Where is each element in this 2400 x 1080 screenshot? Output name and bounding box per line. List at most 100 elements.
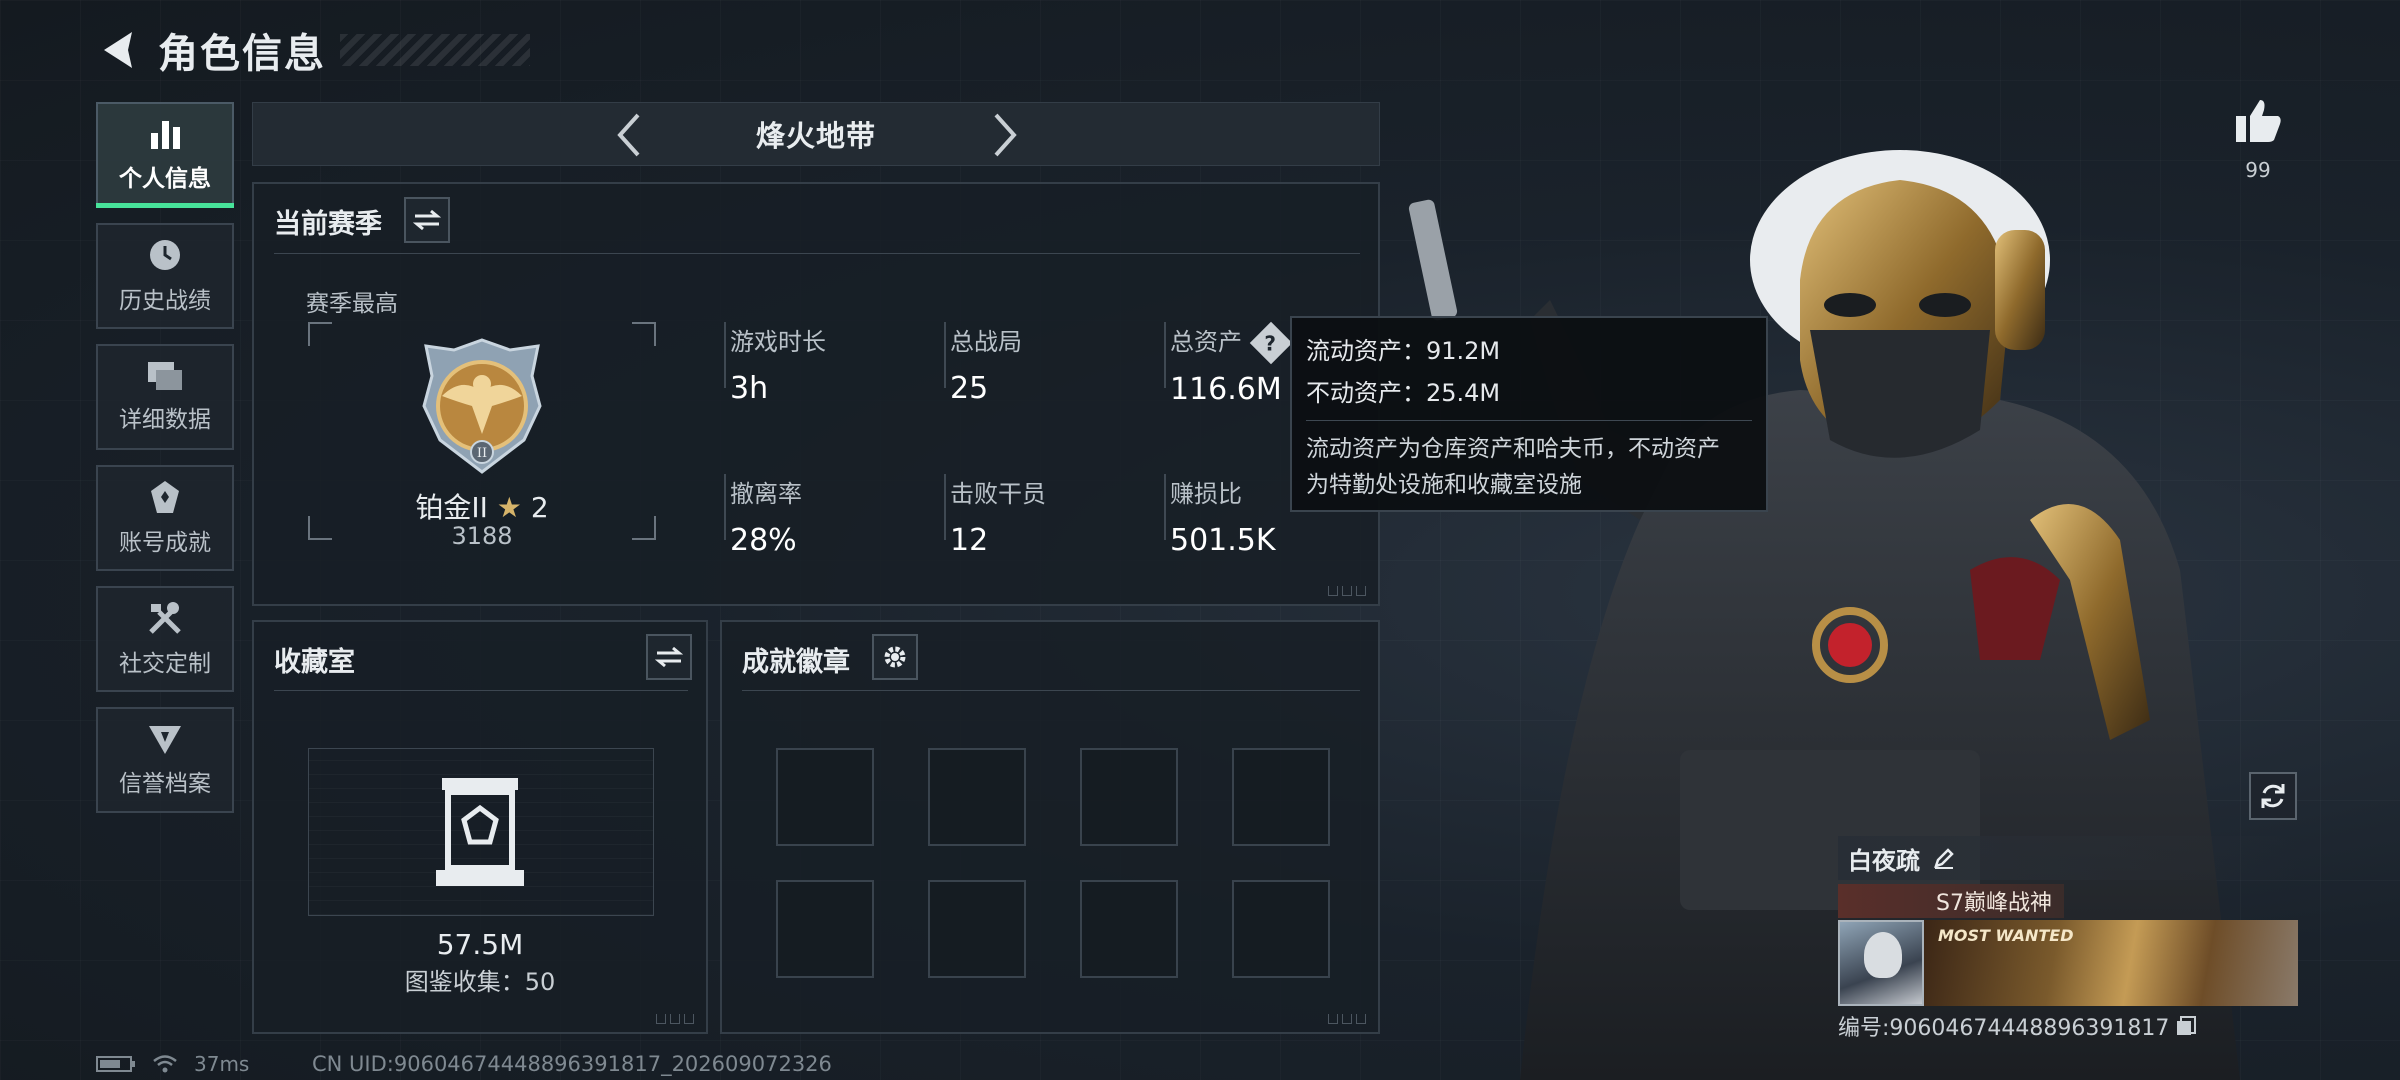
stat-value: 3h	[730, 371, 769, 406]
collection-sub: 图鉴收集：50	[404, 968, 556, 996]
current-season-title: 当前赛季	[274, 209, 382, 240]
collection-title: 收藏室	[274, 647, 355, 678]
sidebar-item-label: 历史战绩	[119, 288, 211, 314]
stat-play-time: 游戏时长 3h	[730, 322, 930, 406]
achievement-slot[interactable]	[1080, 748, 1178, 846]
tooltip-desc-line2: 为特勤处设施和收藏室设施	[1306, 472, 1582, 498]
sidebar-item-label: 信誉档案	[119, 771, 211, 797]
sidebar-item-history[interactable]: 历史战绩	[96, 223, 234, 329]
tooltip-desc-line1: 流动资产为仓库资产和哈夫币，不动资产	[1306, 436, 1720, 462]
gear-icon	[884, 646, 906, 668]
sidebar-item-label: 账号成就	[119, 530, 211, 556]
back-button[interactable]	[96, 28, 140, 72]
sidebar-item-detail-data[interactable]: 详细数据	[96, 344, 234, 450]
chevron-left-icon	[617, 113, 640, 157]
banner-text: MOST WANTED	[1938, 926, 2074, 945]
bar-chart-icon	[151, 121, 180, 149]
history-icon	[150, 240, 180, 270]
player-name-row: 白夜疏	[1838, 836, 2298, 880]
achievement-slot[interactable]	[928, 748, 1026, 846]
achievement-slot[interactable]	[776, 748, 874, 846]
stat-value: 25	[950, 371, 989, 406]
sidebar-item-social-custom[interactable]: 社交定制	[96, 586, 234, 692]
stat-extract-rate: 撤离率 28%	[730, 474, 930, 558]
sidebar-item-reputation[interactable]: 信誉档案	[96, 707, 234, 813]
season-best-label: 赛季最高	[306, 291, 398, 317]
status-bar: 37ms	[96, 1052, 249, 1076]
stat-value: 501.5K	[1170, 523, 1276, 558]
achievements-settings-button[interactable]	[872, 634, 918, 680]
assets-tooltip: 流动资产：91.2M 不动资产：25.4M 流动资产为仓库资产和哈夫币，不动资产…	[1290, 316, 1768, 512]
rank-box: II 铂金II ★ 2 3188	[308, 322, 656, 550]
corner-decoration	[1328, 586, 1366, 596]
achievement-slot[interactable]	[928, 880, 1026, 978]
stat-divider	[724, 322, 726, 388]
ping-value: 37ms	[194, 1052, 250, 1076]
player-title-badge: S7巅峰战神	[1838, 884, 2064, 918]
stat-divider	[724, 474, 726, 540]
rank-stars: 2	[530, 491, 549, 524]
next-season-button[interactable]	[981, 111, 1029, 159]
rank-name: 铂金II ★ 2	[308, 486, 656, 526]
player-id-row: 编号:9060467444889639181​7	[1838, 1010, 2298, 1042]
stat-kills: 击败干员 12	[950, 474, 1150, 558]
season-switch-button[interactable]	[404, 197, 450, 243]
corner-decoration	[656, 1014, 694, 1024]
player-banner: MOST WANTED	[1838, 920, 2298, 1006]
player-id: 编号:9060467444889639181​7	[1838, 1016, 2170, 1041]
achievements-title: 成就徽章	[742, 647, 850, 678]
page-header: 角色信息	[96, 20, 530, 80]
season-selector: 烽火地带	[252, 102, 1380, 166]
tooltip-divider	[1306, 420, 1752, 421]
prev-season-button[interactable]	[605, 111, 653, 159]
data-cards-icon	[148, 362, 182, 390]
thumbs-up-icon	[2236, 100, 2281, 142]
season-name: 烽火地带	[755, 119, 876, 153]
avatar[interactable]	[1838, 920, 1924, 1006]
collection-showcase-icon	[436, 778, 524, 886]
swap-icon	[655, 646, 683, 668]
swap-icon	[413, 209, 441, 231]
stat-label: 撤离率	[730, 480, 802, 508]
character-info-screen: 角色信息 个人信息 历史战绩 详细数据 账号成就 社交定制 信誉档案 烽火地带 …	[0, 0, 2400, 1080]
help-icon[interactable]: ?	[1249, 321, 1292, 365]
sidebar-item-personal-info[interactable]: 个人信息	[96, 102, 234, 208]
uid-text: CN UID:906046744488963918​17_20260907232…	[312, 1052, 832, 1076]
sidebar-item-achievements[interactable]: 账号成就	[96, 465, 234, 571]
achievements-panel[interactable]: 成就徽章	[720, 620, 1380, 1034]
reputation-icon	[149, 726, 181, 754]
edit-pencil-icon[interactable]	[1932, 846, 1956, 870]
stat-divider	[944, 474, 946, 540]
divider	[274, 253, 1360, 254]
sidebar-item-label: 社交定制	[119, 651, 211, 677]
corner-decoration	[1328, 1014, 1366, 1024]
bracket-corner	[632, 322, 656, 346]
copy-icon[interactable]	[2175, 1015, 2197, 1037]
like-count: 99	[2245, 158, 2271, 182]
achievement-slot[interactable]	[1232, 880, 1330, 978]
collection-switch-button[interactable]	[646, 634, 692, 680]
tooltip-fixed-assets: 不动资产：25.4M	[1306, 379, 1501, 407]
achievement-slot[interactable]	[1232, 748, 1330, 846]
rank-score: 3188	[451, 522, 513, 550]
divider	[274, 690, 688, 691]
like-button[interactable]: 99	[2232, 98, 2284, 182]
stat-label: 总战局	[950, 328, 1022, 356]
wifi-icon	[153, 1055, 177, 1073]
bracket-corner	[308, 322, 332, 346]
collection-value: 57.5M	[436, 928, 524, 961]
tools-icon	[149, 602, 181, 634]
sidebar: 个人信息 历史战绩 详细数据 账号成就 社交定制 信誉档案	[96, 102, 234, 828]
achievement-slot[interactable]	[1080, 880, 1178, 978]
stat-value: 28%	[730, 523, 797, 558]
battery-icon	[96, 1056, 135, 1072]
player-card: 白夜疏 S7巅峰战神 MOST WANTED 编号:90604674448896…	[1838, 836, 2298, 1042]
rotate-view-button[interactable]	[2249, 772, 2297, 820]
achievement-slot[interactable]	[776, 880, 874, 978]
divider	[742, 690, 1360, 691]
stat-label: 游戏时长	[730, 328, 826, 356]
sidebar-item-label: 个人信息	[119, 166, 211, 192]
rank-emblem-icon: II	[422, 338, 542, 474]
current-season-panel: 当前赛季 赛季最高 II 铂金II ★ 2 3188 游戏时长 3h 总战局 2…	[252, 182, 1380, 606]
collection-panel[interactable]: 收藏室 57.5M 图鉴收集：50	[252, 620, 708, 1034]
